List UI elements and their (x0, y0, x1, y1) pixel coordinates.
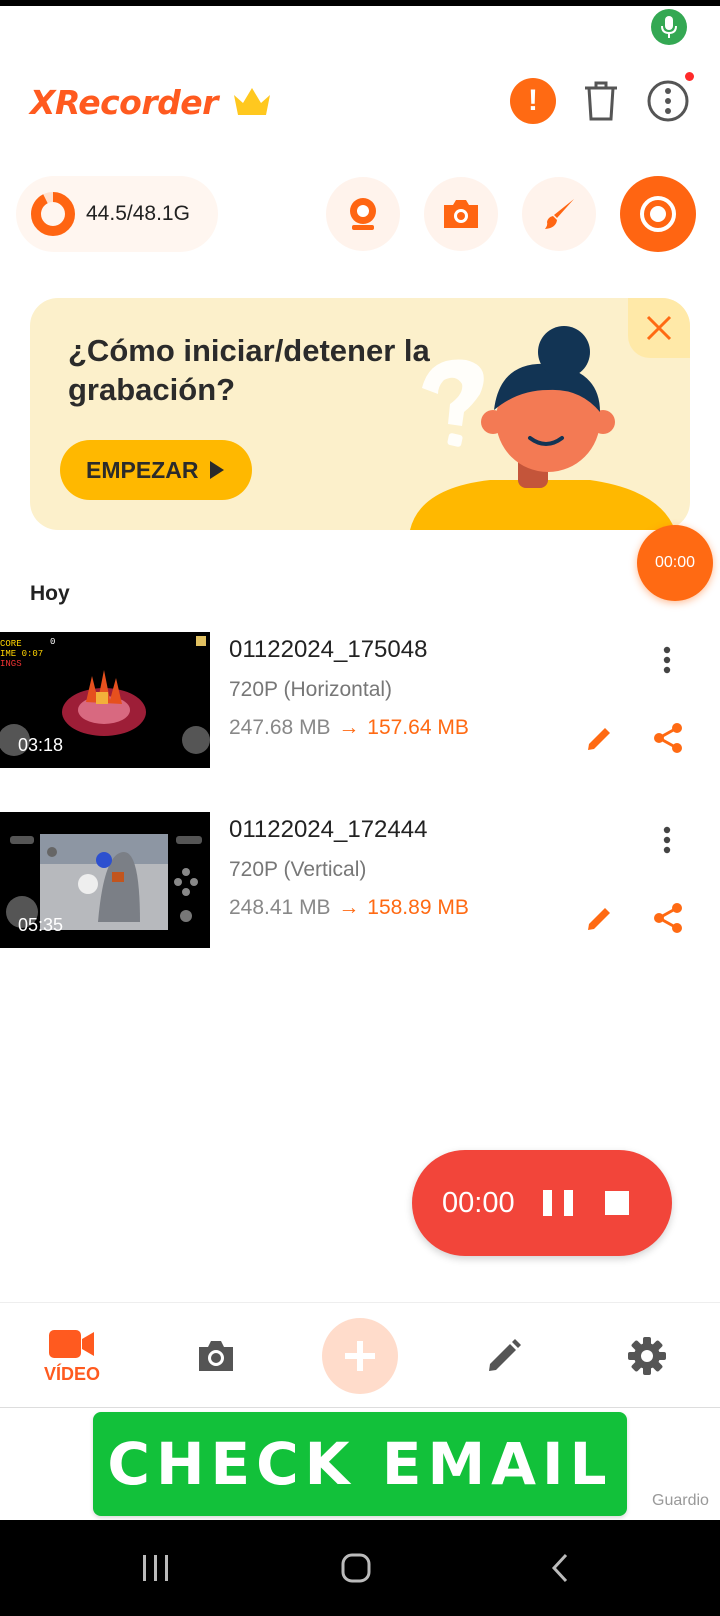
stop-icon[interactable] (604, 1191, 629, 1215)
svg-text:IME 0:07: IME 0:07 (0, 649, 43, 659)
notification-dot (685, 72, 694, 81)
edit-pencil-icon[interactable] (582, 900, 618, 936)
add-button[interactable] (322, 1318, 398, 1394)
brush-icon (545, 199, 574, 229)
pause-icon[interactable] (542, 1190, 573, 1216)
back-icon[interactable] (540, 1548, 580, 1588)
webcam-icon (350, 198, 376, 230)
microphone-indicator-icon (651, 9, 687, 45)
recording-name: 01122024_175048 (229, 636, 428, 663)
recording-item[interactable]: CORE IME 0:07 INGS 0 03:18 01122024_1750… (0, 632, 720, 768)
camera-icon (444, 200, 478, 228)
ad-banner[interactable]: CHECK EMAIL Guardio (0, 1408, 720, 1520)
svg-text:INGS: INGS (0, 659, 22, 669)
ad-source-label: Guardio (652, 1492, 709, 1509)
brush-button[interactable] (522, 177, 596, 251)
recording-item[interactable]: 05:35 01122024_172444 720P (Vertical) 24… (0, 812, 720, 948)
svg-text:0: 0 (50, 637, 55, 647)
trash-icon[interactable] (578, 78, 624, 124)
recording-quality: 720P (Horizontal) (229, 678, 393, 701)
storage-usage-label: 44.5/48.1G (86, 202, 190, 225)
edit-pencil-icon[interactable] (582, 720, 618, 756)
camera-icon (199, 1341, 233, 1371)
storage-indicator[interactable]: 44.5/48.1G (16, 176, 218, 252)
svg-text:CORE: CORE (0, 639, 22, 649)
recording-size: 248.41 MB → 158.89 MB (229, 896, 469, 920)
recording-name: 01122024_172444 (229, 816, 428, 843)
size-after: 158.89 MB (367, 896, 469, 919)
start-tutorial-label: EMPEZAR (86, 456, 199, 483)
recording-quality: 720P (Vertical) (229, 858, 367, 881)
size-before: 248.41 MB (229, 896, 331, 919)
app-logo: XRecorder (30, 78, 272, 126)
nav-settings[interactable] (587, 1303, 707, 1409)
start-tutorial-button[interactable]: EMPEZAR (60, 440, 252, 500)
screenshot-button[interactable] (424, 177, 498, 251)
home-icon[interactable] (336, 1548, 376, 1588)
nav-add[interactable] (300, 1303, 420, 1409)
ad-cta-label: CHECK EMAIL (107, 1430, 613, 1498)
recording-duration: 05:35 (18, 915, 64, 935)
play-arrow-icon (210, 461, 225, 479)
recording-thumbnail[interactable]: 05:35 (0, 812, 210, 948)
record-button[interactable] (620, 176, 696, 252)
system-navigation-bar (0, 1520, 720, 1616)
storage-ring-icon (31, 192, 75, 236)
recording-more-icon[interactable] (655, 820, 679, 860)
nav-edit[interactable] (444, 1303, 564, 1409)
nav-video-label: VÍDEO (43, 1363, 100, 1384)
recording-size: 247.68 MB → 157.64 MB (229, 716, 469, 740)
gear-icon (628, 1337, 666, 1375)
premium-crown-icon[interactable] (232, 85, 272, 119)
webcam-button[interactable] (326, 177, 400, 251)
recording-more-icon[interactable] (655, 640, 679, 680)
status-bar (0, 0, 720, 6)
floating-record-timer[interactable]: 00:00 (637, 525, 713, 601)
record-icon (640, 196, 676, 232)
close-banner-button[interactable] (628, 298, 690, 358)
nav-screenshots[interactable] (156, 1303, 276, 1409)
bottom-navigation: VÍDEO (0, 1302, 720, 1408)
plus-icon (345, 1341, 375, 1371)
compress-arrow: → (338, 716, 360, 739)
recording-duration: 03:18 (18, 735, 64, 755)
ad-cta-button[interactable]: CHECK EMAIL (93, 1412, 627, 1516)
tutorial-banner[interactable]: ¿Cómo iniciar/detener la grabación? EMPE… (30, 298, 690, 530)
app-logo-text: XRecorder (30, 82, 218, 122)
section-date-label: Hoy (30, 582, 70, 605)
close-icon (646, 315, 672, 341)
edit-pencil-icon (489, 1339, 521, 1371)
video-camera-icon (49, 1329, 94, 1358)
share-icon[interactable] (650, 900, 686, 936)
size-before: 247.68 MB (229, 716, 331, 739)
recording-controls[interactable]: 00:00 (412, 1150, 672, 1256)
size-after: 157.64 MB (367, 716, 469, 739)
recent-apps-icon[interactable] (136, 1548, 176, 1588)
more-options-icon[interactable] (645, 78, 691, 124)
compress-arrow: → (338, 896, 360, 919)
share-icon[interactable] (650, 720, 686, 756)
alert-button[interactable]: ! (510, 78, 556, 124)
recording-thumbnail[interactable]: CORE IME 0:07 INGS 0 03:18 (0, 632, 210, 768)
recording-timer: 00:00 (442, 1186, 515, 1219)
nav-video[interactable]: VÍDEO (12, 1303, 132, 1409)
